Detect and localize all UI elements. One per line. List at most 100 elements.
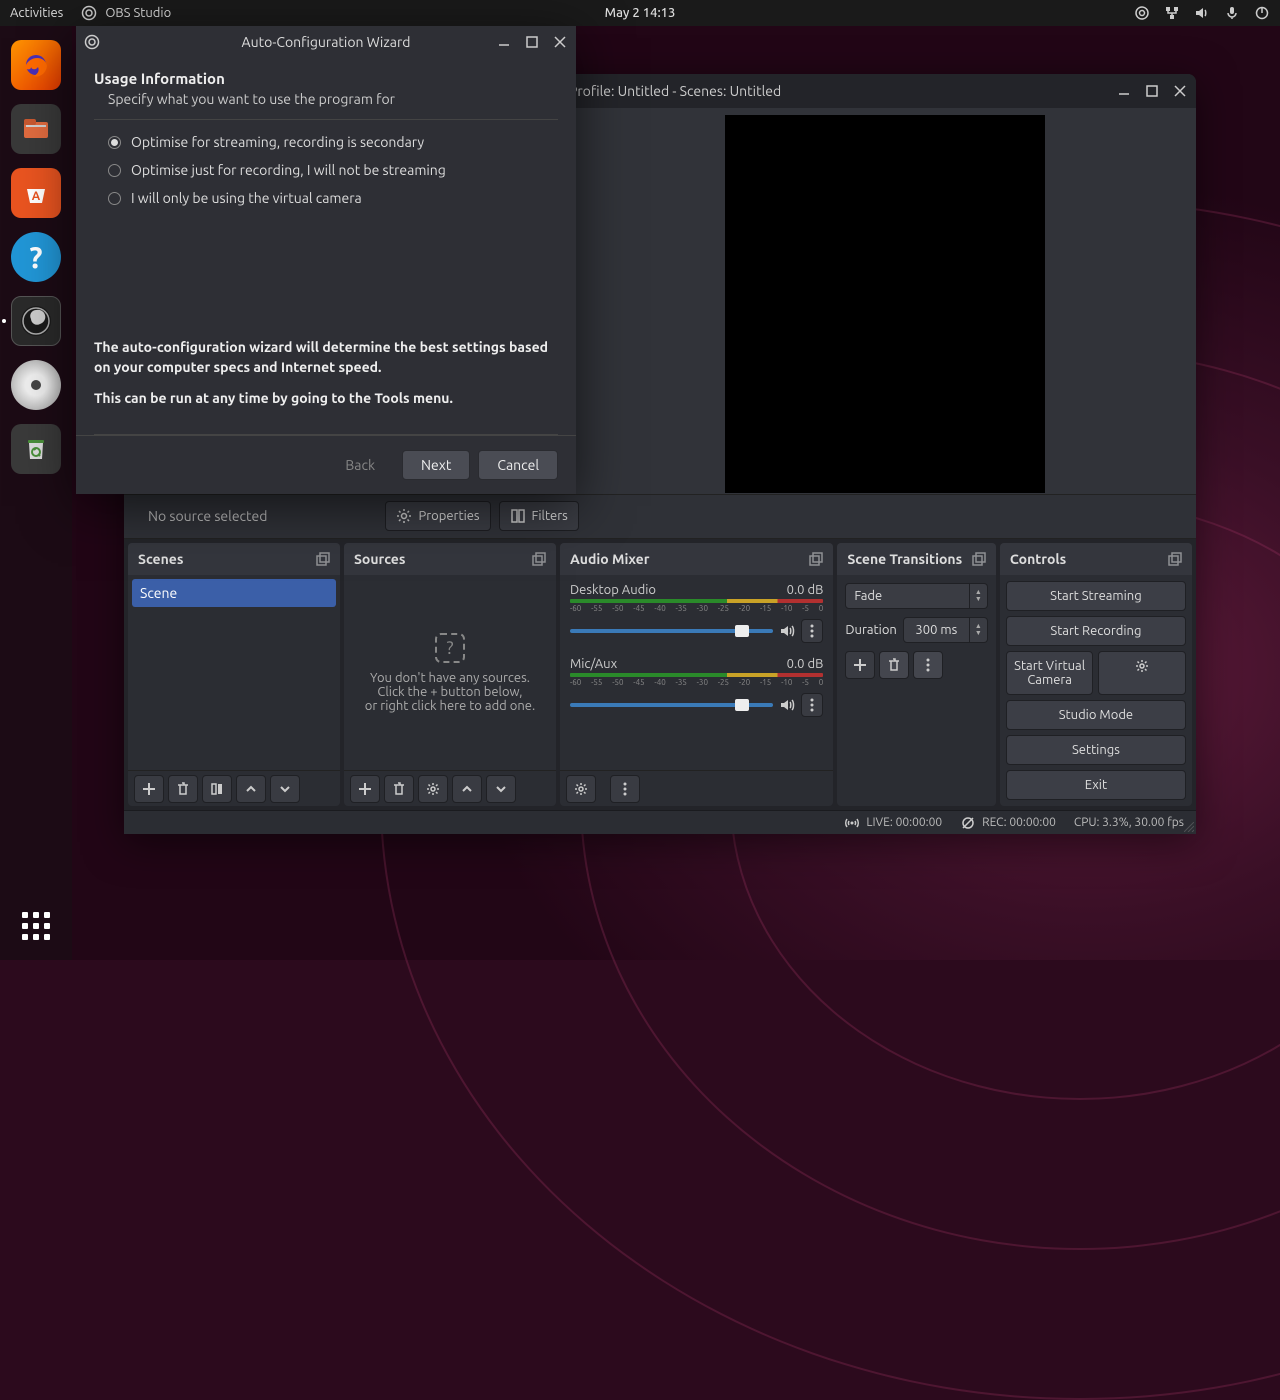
start-recording-button[interactable]: Start Recording	[1006, 616, 1186, 646]
app-indicator-label: OBS Studio	[105, 6, 171, 20]
app-indicator[interactable]: OBS Studio	[81, 5, 171, 21]
properties-button[interactable]: Properties	[385, 501, 490, 531]
svg-text:A: A	[32, 190, 41, 203]
activities-button[interactable]: Activities	[10, 6, 63, 20]
obs-tray-icon[interactable]	[1134, 5, 1150, 21]
popout-icon[interactable]	[809, 552, 823, 566]
speaker-icon[interactable]	[779, 697, 795, 713]
dock-software[interactable]: A	[11, 168, 61, 218]
mixer-title: Audio Mixer	[570, 551, 650, 567]
resize-grip[interactable]	[1184, 822, 1194, 832]
audio-mixer-panel: Audio Mixer Desktop Audio 0.0 dB -60-55-…	[560, 543, 833, 806]
studio-mode-button[interactable]: Studio Mode	[1006, 700, 1186, 730]
channel-name: Mic/Aux	[570, 657, 617, 671]
status-bar: LIVE: 00:00:00 REC: 00:00:00 CPU: 3.3%, …	[124, 810, 1196, 834]
popout-icon[interactable]	[316, 552, 330, 566]
source-properties-button[interactable]	[418, 775, 448, 803]
mic-icon[interactable]	[1224, 5, 1240, 21]
radio-icon	[108, 192, 121, 205]
remove-transition-button[interactable]	[879, 651, 909, 679]
close-button[interactable]	[552, 34, 568, 50]
preview-canvas[interactable]	[725, 115, 1045, 493]
volume-slider[interactable]	[570, 629, 773, 633]
wizard-info-2: This can be run at any time by going to …	[94, 388, 558, 408]
volume-slider[interactable]	[570, 703, 773, 707]
dock-trash[interactable]	[11, 424, 61, 474]
move-scene-down-button[interactable]	[270, 775, 300, 803]
channel-name: Desktop Audio	[570, 583, 656, 597]
clock[interactable]: May 2 14:13	[605, 6, 676, 20]
minimize-button[interactable]	[496, 34, 512, 50]
chevron-updown-icon: ▲▼	[970, 617, 988, 643]
scene-item[interactable]: Scene	[132, 579, 336, 607]
filters-icon	[510, 508, 526, 524]
add-scene-button[interactable]	[134, 775, 164, 803]
start-virtual-camera-button[interactable]: Start Virtual Camera	[1006, 651, 1094, 695]
next-button[interactable]: Next	[402, 450, 470, 480]
power-icon[interactable]	[1254, 5, 1270, 21]
vu-meter: -60-55-50-45-40-35-30-25-20-15-10-50	[570, 599, 823, 615]
chevron-updown-icon: ▲▼	[970, 583, 988, 609]
wizard-heading: Usage Information	[94, 70, 558, 87]
dock-disk[interactable]	[11, 360, 61, 410]
usage-option-0[interactable]: Optimise for streaming, recording is sec…	[108, 134, 558, 150]
dock: A ?	[0, 26, 72, 960]
move-scene-up-button[interactable]	[236, 775, 266, 803]
start-streaming-button[interactable]: Start Streaming	[1006, 581, 1186, 611]
mixer-channel: Mic/Aux 0.0 dB -60-55-50-45-40-35-30-25-…	[564, 653, 829, 727]
virtual-camera-settings-button[interactable]	[1098, 651, 1186, 695]
close-button[interactable]	[1172, 83, 1188, 99]
dock-obs[interactable]	[11, 296, 61, 346]
dock-files[interactable]	[11, 104, 61, 154]
transition-properties-button[interactable]	[913, 651, 943, 679]
status-cpu: CPU: 3.3%, 30.00 fps	[1074, 816, 1184, 829]
dock-firefox[interactable]	[11, 40, 61, 90]
mixer-settings-button[interactable]	[566, 775, 596, 803]
radio-label: Optimise for streaming, recording is sec…	[131, 134, 424, 150]
wizard-titlebar[interactable]: Auto-Configuration Wizard	[76, 26, 576, 58]
add-transition-button[interactable]	[845, 651, 875, 679]
broadcast-icon	[844, 815, 860, 831]
duration-label: Duration	[845, 623, 897, 637]
scene-filters-button[interactable]	[202, 775, 232, 803]
move-source-up-button[interactable]	[452, 775, 482, 803]
usage-option-1[interactable]: Optimise just for recording, I will not …	[108, 162, 558, 178]
transitions-panel: Scene Transitions Fade ▲▼ Duration 300 m…	[837, 543, 995, 806]
sources-panel: Sources ? You don't have any sources. Cl…	[344, 543, 556, 806]
duration-spinner[interactable]: 300 ms ▲▼	[903, 617, 988, 643]
back-button[interactable]: Back	[326, 450, 394, 480]
cancel-button[interactable]: Cancel	[478, 450, 558, 480]
minimize-button[interactable]	[1116, 83, 1132, 99]
volume-icon[interactable]	[1194, 5, 1210, 21]
speaker-icon[interactable]	[779, 623, 795, 639]
transition-select[interactable]: Fade ▲▼	[845, 583, 987, 609]
scenes-panel: Scenes Scene	[128, 543, 340, 806]
channel-level: 0.0 dB	[787, 583, 824, 597]
show-apps-button[interactable]	[22, 912, 50, 940]
dock-help[interactable]: ?	[11, 232, 61, 282]
maximize-button[interactable]	[1144, 83, 1160, 99]
usage-option-2[interactable]: I will only be using the virtual camera	[108, 190, 558, 206]
radio-label: I will only be using the virtual camera	[131, 190, 362, 206]
sources-title: Sources	[354, 551, 406, 567]
add-source-button[interactable]	[350, 775, 380, 803]
channel-menu-button[interactable]	[801, 619, 823, 643]
maximize-button[interactable]	[524, 34, 540, 50]
move-source-down-button[interactable]	[486, 775, 516, 803]
network-icon[interactable]	[1164, 5, 1180, 21]
filters-button[interactable]: Filters	[499, 501, 579, 531]
exit-button[interactable]: Exit	[1006, 770, 1186, 800]
mixer-channel: Desktop Audio 0.0 dB -60-55-50-45-40-35-…	[564, 579, 829, 653]
gnome-topbar: Activities OBS Studio May 2 14:13	[0, 0, 1280, 26]
settings-button[interactable]: Settings	[1006, 735, 1186, 765]
popout-icon[interactable]	[532, 552, 546, 566]
mixer-menu-button[interactable]	[610, 775, 640, 803]
no-source-label: No source selected	[136, 508, 279, 524]
wizard-info-1: The auto-configuration wizard will deter…	[94, 337, 558, 378]
remove-source-button[interactable]	[384, 775, 414, 803]
remove-scene-button[interactable]	[168, 775, 198, 803]
popout-icon[interactable]	[1168, 552, 1182, 566]
popout-icon[interactable]	[972, 552, 986, 566]
sources-empty[interactable]: ? You don't have any sources. Click the …	[348, 579, 552, 766]
channel-menu-button[interactable]	[801, 693, 823, 717]
